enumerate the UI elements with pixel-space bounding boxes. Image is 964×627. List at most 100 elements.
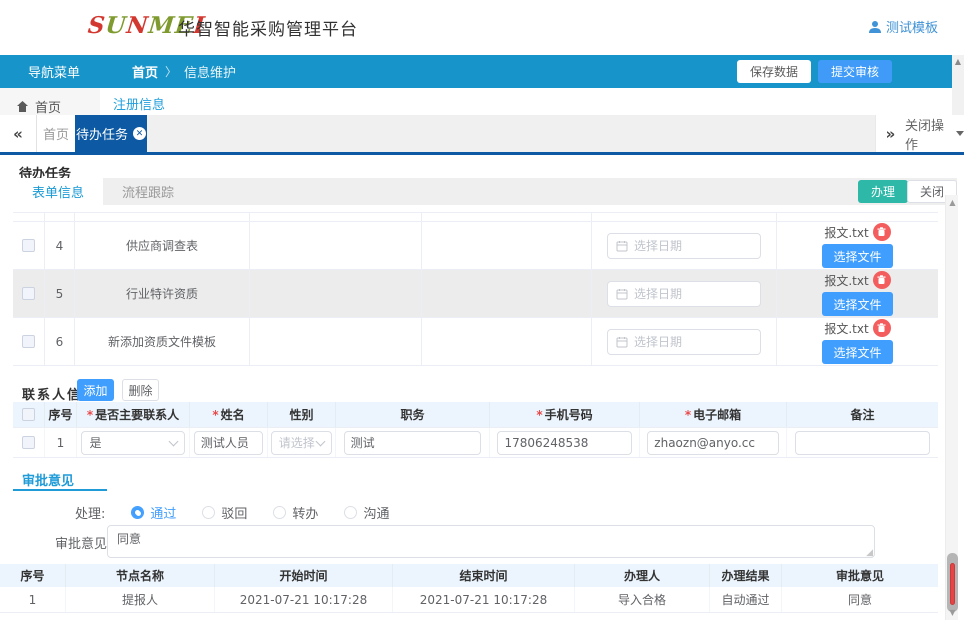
file-link[interactable]: 报文.txt	[824, 320, 868, 337]
app-window: SUNMEI 华智智能采购管理平台 测试模板 导航菜单 首页 〉 信息维护 保存…	[0, 0, 964, 627]
tab-todo-label: 待办任务	[76, 124, 128, 143]
nav-menu-toggle[interactable]: 导航菜单	[28, 62, 80, 81]
contact-name-input[interactable]	[194, 431, 263, 455]
scroll-down-arrow-icon[interactable]: ▼	[946, 608, 959, 617]
file-link[interactable]: 报文.txt	[824, 224, 868, 241]
delete-file-button[interactable]	[873, 271, 891, 289]
submit-review-button[interactable]: 提交审核	[818, 60, 892, 83]
caret-down-icon	[956, 131, 964, 136]
delete-file-button[interactable]	[873, 319, 891, 337]
phone-input[interactable]	[497, 431, 631, 455]
choose-file-button[interactable]: 选择文件	[822, 292, 892, 316]
date-input[interactable]	[634, 239, 752, 253]
opinion-textarea-wrap: 同意 ◢	[107, 525, 875, 558]
close-operations-dropdown[interactable]: 关闭操作	[905, 115, 964, 152]
tab-home[interactable]: 首页	[37, 115, 75, 152]
radio-reject[interactable]: 驳回	[202, 503, 247, 522]
tab-close-icon[interactable]	[133, 127, 146, 140]
delete-contact-button[interactable]: 删除	[122, 379, 159, 401]
user-menu[interactable]: 测试模板	[868, 17, 938, 36]
tabs-scroll-right-button[interactable]: »	[875, 115, 905, 152]
tab-todo-tasks[interactable]: 待办任务	[75, 115, 147, 152]
logo-letter: N	[125, 12, 150, 39]
email-input[interactable]	[647, 431, 778, 455]
scrollbar-thumb[interactable]	[947, 553, 958, 612]
opinion-textarea[interactable]: 同意	[108, 526, 874, 557]
col-gender: 性别	[268, 402, 336, 427]
radio-communicate[interactable]: 沟通	[344, 503, 389, 522]
breadcrumb-home[interactable]: 首页	[132, 62, 158, 81]
main-content: 待办任务 表单信息 流程跟踪 办理 关闭 4 供应商调查表	[0, 155, 964, 627]
main-contact-select[interactable]: 是	[81, 431, 184, 455]
date-input[interactable]	[634, 335, 752, 349]
tab-flow-trace[interactable]: 流程跟踪	[103, 178, 193, 205]
delete-file-button[interactable]	[873, 223, 891, 241]
radio-dot	[202, 506, 215, 519]
cell-handler: 导入合格	[575, 587, 710, 612]
sidebar-item-home[interactable]: 首页	[17, 97, 61, 116]
gender-select[interactable]: 请选择	[271, 431, 333, 455]
row-checkbox[interactable]	[22, 287, 35, 300]
cell-node-name: 提报人	[66, 587, 215, 612]
panel-tab-strip: 表单信息 流程跟踪 办理 关闭	[13, 178, 957, 205]
row-seq: 6	[45, 318, 75, 365]
scrollbar-red-indicator	[950, 563, 955, 605]
duty-input[interactable]	[344, 431, 482, 455]
row-seq: 1	[45, 428, 77, 457]
radio-dot	[344, 506, 357, 519]
process-row: 1 提报人 2021-07-21 10:17:28 2021-07-21 10:…	[0, 587, 938, 613]
window-scrollbar[interactable]: ▲	[952, 55, 964, 115]
col-email: 电子邮箱	[693, 406, 741, 423]
cell-seq: 1	[0, 587, 66, 612]
col-main-contact: 是否主要联系人	[95, 406, 179, 423]
radio-dot	[273, 506, 286, 519]
contact-row: 1 是 请选择	[13, 427, 938, 457]
inner-scrollbar[interactable]: ▲ ▼	[945, 195, 958, 620]
register-info-link[interactable]: 注册信息	[113, 94, 165, 113]
trash-icon	[877, 227, 886, 237]
handle-button[interactable]: 办理	[858, 180, 908, 203]
row-checkbox[interactable]	[22, 335, 35, 348]
calendar-icon	[616, 288, 628, 300]
scroll-up-arrow-icon[interactable]: ▲	[946, 198, 959, 207]
calendar-icon	[616, 240, 628, 252]
date-input[interactable]	[634, 287, 752, 301]
row-checkbox[interactable]	[22, 239, 35, 252]
resize-handle[interactable]: ◢	[866, 549, 873, 557]
col-phone: 手机号码	[545, 406, 593, 423]
contacts-table: 序号 *是否主要联系人 *姓名 性别 职务 *手机号码 *电子邮箱 备注 1 是	[13, 402, 938, 458]
cell-start-time: 2021-07-21 10:17:28	[215, 587, 393, 612]
file-link[interactable]: 报文.txt	[824, 272, 868, 289]
expiry-date-picker[interactable]	[607, 233, 761, 259]
sidebar-item-label: 首页	[35, 97, 61, 116]
double-chevron-right-icon: »	[886, 125, 896, 143]
scroll-up-arrow-icon[interactable]: ▲	[952, 57, 964, 66]
save-data-button[interactable]: 保存数据	[737, 60, 811, 83]
col-result: 办理结果	[710, 564, 782, 587]
row-checkbox[interactable]	[22, 436, 35, 449]
choose-file-button[interactable]: 选择文件	[822, 340, 892, 364]
trash-icon	[877, 323, 886, 333]
qualification-name: 行业特许资质	[75, 270, 250, 317]
breadcrumb-separator: 〉	[165, 63, 177, 80]
col-end-time: 结束时间	[393, 564, 575, 587]
expiry-date-picker[interactable]	[607, 329, 761, 355]
qualification-name: 新添加资质文件模板	[75, 318, 250, 365]
tabs-scroll-left-button[interactable]: «	[0, 115, 37, 152]
choose-file-button[interactable]: 选择文件	[822, 244, 892, 268]
contacts-toolbar: 联系人信息 添加 删除	[0, 379, 964, 403]
radio-pass[interactable]: 通过	[131, 503, 176, 522]
calendar-icon	[616, 336, 628, 348]
tab-form-info[interactable]: 表单信息	[13, 178, 103, 205]
tab-bar: « 首页 待办任务 » 关闭操作	[0, 115, 964, 152]
expiry-date-picker[interactable]	[607, 281, 761, 307]
radio-transfer[interactable]: 转办	[273, 503, 318, 522]
header-checkbox[interactable]	[22, 408, 35, 421]
app-title: 华智智能采购管理平台	[178, 15, 358, 40]
cell-opinion: 同意	[782, 587, 938, 612]
process-label: 处理:	[75, 503, 105, 522]
col-seq: 序号	[0, 564, 66, 587]
note-input[interactable]	[795, 431, 931, 455]
col-note: 备注	[787, 402, 938, 427]
add-contact-button[interactable]: 添加	[77, 379, 114, 401]
